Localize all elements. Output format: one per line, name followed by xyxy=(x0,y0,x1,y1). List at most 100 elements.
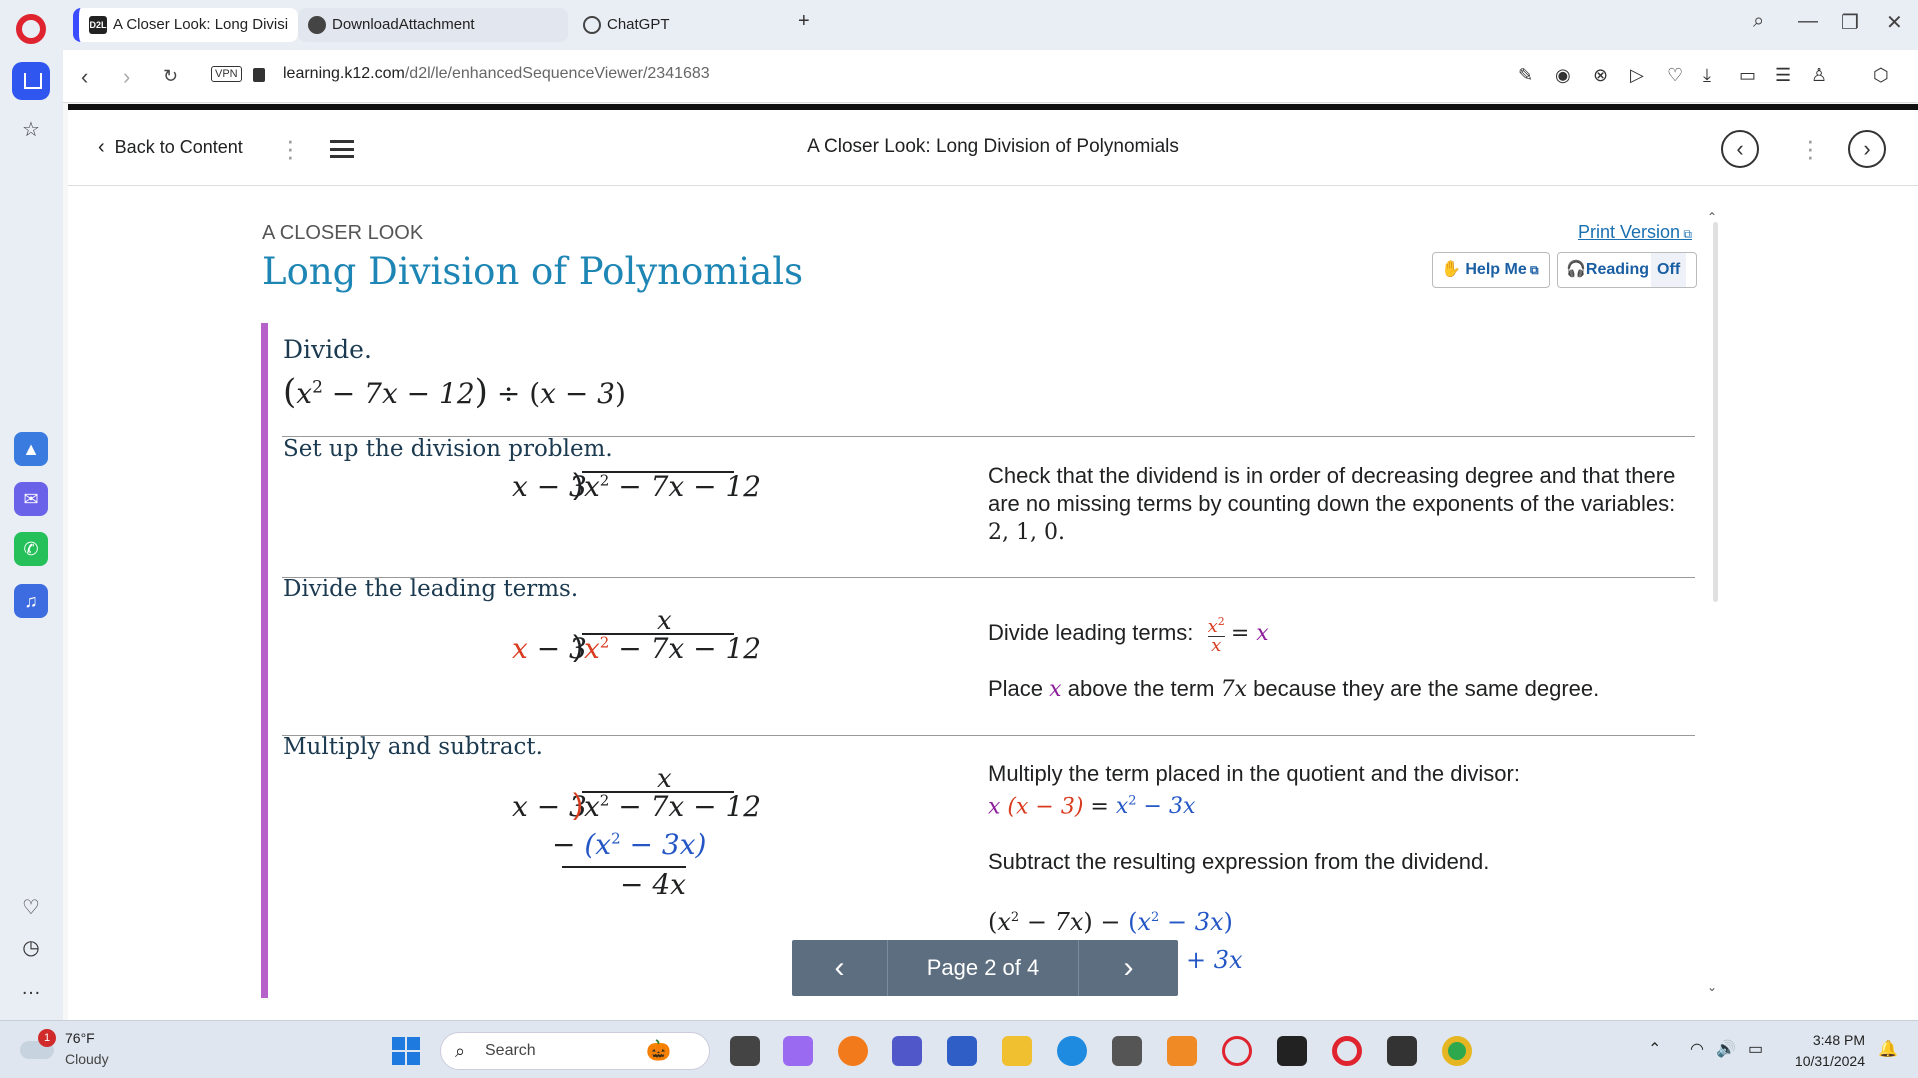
volume-icon[interactable]: 🔊 xyxy=(1716,1039,1736,1059)
file-explorer-icon[interactable] xyxy=(1002,1036,1032,1066)
forward-icon[interactable]: › xyxy=(123,64,130,90)
chatgpt-favicon-icon xyxy=(583,16,601,35)
weather-condition[interactable]: Cloudy xyxy=(65,1051,109,1067)
app-icon[interactable] xyxy=(947,1036,977,1066)
favorite-heart-icon[interactable]: ♡ xyxy=(1667,65,1683,86)
bookmark-star-icon[interactable]: ☆ xyxy=(19,118,43,142)
step-heading-leading: Divide the leading terms. xyxy=(283,576,579,602)
edit-icon[interactable]: ✎ xyxy=(1518,65,1533,86)
battery-icon[interactable]: ▭ xyxy=(1748,1039,1763,1059)
back-icon[interactable]: ‹ xyxy=(81,64,88,90)
new-tab-button[interactable]: + xyxy=(798,10,810,33)
wifi-icon[interactable]: ◠ xyxy=(1690,1039,1704,1059)
chrome-icon[interactable] xyxy=(1442,1036,1472,1066)
setup-exponents: 2, 1, 0. xyxy=(988,520,1065,545)
home-icon[interactable] xyxy=(12,62,50,100)
more-icon[interactable]: … xyxy=(19,976,43,1000)
close-window-icon[interactable]: ✕ xyxy=(1886,10,1903,35)
vpn-badge[interactable]: VPN xyxy=(211,66,242,82)
step-heading-multiply: Multiply and subtract. xyxy=(283,734,543,760)
messenger-icon[interactable]: ✉ xyxy=(14,482,48,516)
print-version-label: Print Version xyxy=(1578,222,1681,242)
heart-icon[interactable]: ♡ xyxy=(19,896,43,920)
subtract-partial-result: + 3x xyxy=(1186,946,1243,974)
lock-icon[interactable] xyxy=(253,68,265,82)
search-tabs-icon[interactable]: ⌕ xyxy=(1753,10,1764,33)
opera-logo-icon[interactable] xyxy=(16,14,46,44)
show-hidden-icons-icon[interactable]: ⌃ xyxy=(1648,1039,1661,1059)
reading-toggle-button[interactable]: 🎧Reading Off xyxy=(1557,252,1697,288)
place-term: 7x xyxy=(1220,677,1247,702)
division-bracket: ) xyxy=(573,468,583,501)
opera-gx-icon[interactable] xyxy=(1222,1036,1252,1066)
place-mid: above the term xyxy=(1067,676,1215,701)
copilot-icon[interactable] xyxy=(783,1036,813,1066)
tab-download-attachment[interactable]: DownloadAttachment xyxy=(298,8,568,42)
previous-topic-button[interactable]: ‹ xyxy=(1721,130,1759,168)
hand-icon: ✋ xyxy=(1441,261,1461,278)
reload-icon[interactable]: ↻ xyxy=(163,66,178,87)
more-options-icon[interactable]: · · · xyxy=(1806,127,1815,169)
firefox-icon[interactable] xyxy=(838,1036,868,1066)
tab-label: A Closer Look: Long Divisi xyxy=(113,16,289,33)
tab-label: DownloadAttachment xyxy=(332,16,475,33)
whatsapp-icon[interactable]: ✆ xyxy=(14,532,48,566)
url-field[interactable]: learning.k12.com/d2l/le/enhancedSequence… xyxy=(283,65,710,83)
app-terminal-alt-icon[interactable] xyxy=(1387,1036,1417,1066)
external-link-icon: ⧉ xyxy=(1680,227,1692,241)
clock-date[interactable]: 10/31/2024 xyxy=(1785,1053,1865,1069)
reading-state: Off xyxy=(1651,253,1687,287)
clock-time[interactable]: 3:48 PM xyxy=(1795,1032,1865,1048)
history-clock-icon[interactable]: ◷ xyxy=(19,936,43,960)
url-host: learning.k12.com xyxy=(283,65,405,82)
notification-bell-icon[interactable]: 🔔 xyxy=(1878,1039,1898,1059)
scroll-down-icon[interactable]: ⌄ xyxy=(1707,980,1717,994)
download-favicon-icon xyxy=(308,16,326,35)
teams-icon[interactable] xyxy=(892,1036,922,1066)
extensions-icon[interactable]: ⬡ xyxy=(1873,65,1889,86)
opera-taskbar-icon[interactable] xyxy=(1332,1036,1362,1066)
adblock-icon[interactable]: ⊗ xyxy=(1593,65,1608,86)
print-version-link[interactable]: Print Version ⧉ xyxy=(1578,222,1692,243)
tab-closer-look[interactable]: D2L A Closer Look: Long Divisi xyxy=(73,8,298,42)
subtract-description: Subtract the resulting expression from t… xyxy=(988,849,1490,874)
next-topic-button[interactable]: › xyxy=(1848,130,1886,168)
terminal-icon[interactable] xyxy=(1277,1036,1307,1066)
place-description: Place x above the term 7x because they a… xyxy=(988,675,1599,704)
next-page-button[interactable]: › xyxy=(1078,940,1178,996)
app-cube-icon[interactable] xyxy=(1112,1036,1142,1066)
previous-page-button[interactable]: ‹ xyxy=(792,940,888,996)
setup-description: Check that the dividend is in order of d… xyxy=(988,462,1688,547)
setup-text: Check that the dividend is in order of d… xyxy=(988,463,1676,516)
problem-expression: (x2 − 7x − 12) ÷ (x − 3) xyxy=(283,372,626,412)
place-x: x xyxy=(1049,677,1062,702)
subtract-expression: (x2 − 7x) − (x2 − 3x) xyxy=(988,908,1233,936)
scrollbar[interactable] xyxy=(1713,222,1718,602)
camera-icon[interactable]: ◉ xyxy=(1555,65,1571,86)
download-icon[interactable]: ⤓ xyxy=(1703,65,1711,86)
tab-chatgpt[interactable]: ChatGPT xyxy=(573,8,783,42)
profile-icon[interactable]: ♙ xyxy=(1811,65,1827,86)
app-store-icon[interactable]: ▲ xyxy=(14,432,48,466)
app-fox-icon[interactable] xyxy=(1167,1036,1197,1066)
help-me-button[interactable]: ✋ Help Me ⧉ xyxy=(1432,252,1550,288)
multiply-text: Multiply the term placed in the quotient… xyxy=(988,761,1520,786)
section-kicker: A CLOSER LOOK xyxy=(262,222,424,244)
task-view-icon[interactable] xyxy=(730,1036,760,1066)
windows-start-icon[interactable] xyxy=(392,1037,420,1065)
weather-temperature[interactable]: 76°F xyxy=(65,1030,95,1046)
taskbar-search-box[interactable]: ⌕ Search 🎃 xyxy=(440,1032,710,1070)
restore-icon[interactable]: ❐ xyxy=(1841,10,1859,35)
edge-icon[interactable] xyxy=(1057,1036,1087,1066)
multiply-expression: x (x − 3) = x2 − 3x xyxy=(988,794,1196,820)
division-dividend: x2 − 7x − 12 xyxy=(584,790,762,823)
battery-saver-icon[interactable]: ▭ xyxy=(1739,65,1756,86)
multiply-description: Multiply the term placed in the quotient… xyxy=(988,760,1520,821)
place-post: because they are the same degree. xyxy=(1253,676,1600,701)
fraction-x2-over-x: x2 x xyxy=(1207,615,1225,656)
minimize-icon[interactable]: — xyxy=(1798,10,1818,33)
music-player-icon[interactable]: ♫ xyxy=(14,584,48,618)
subtrahend-expression: − (x2 − 3x) xyxy=(552,828,707,861)
easy-setup-icon[interactable]: ☰ xyxy=(1775,65,1791,86)
play-icon[interactable]: ▷ xyxy=(1630,65,1644,86)
